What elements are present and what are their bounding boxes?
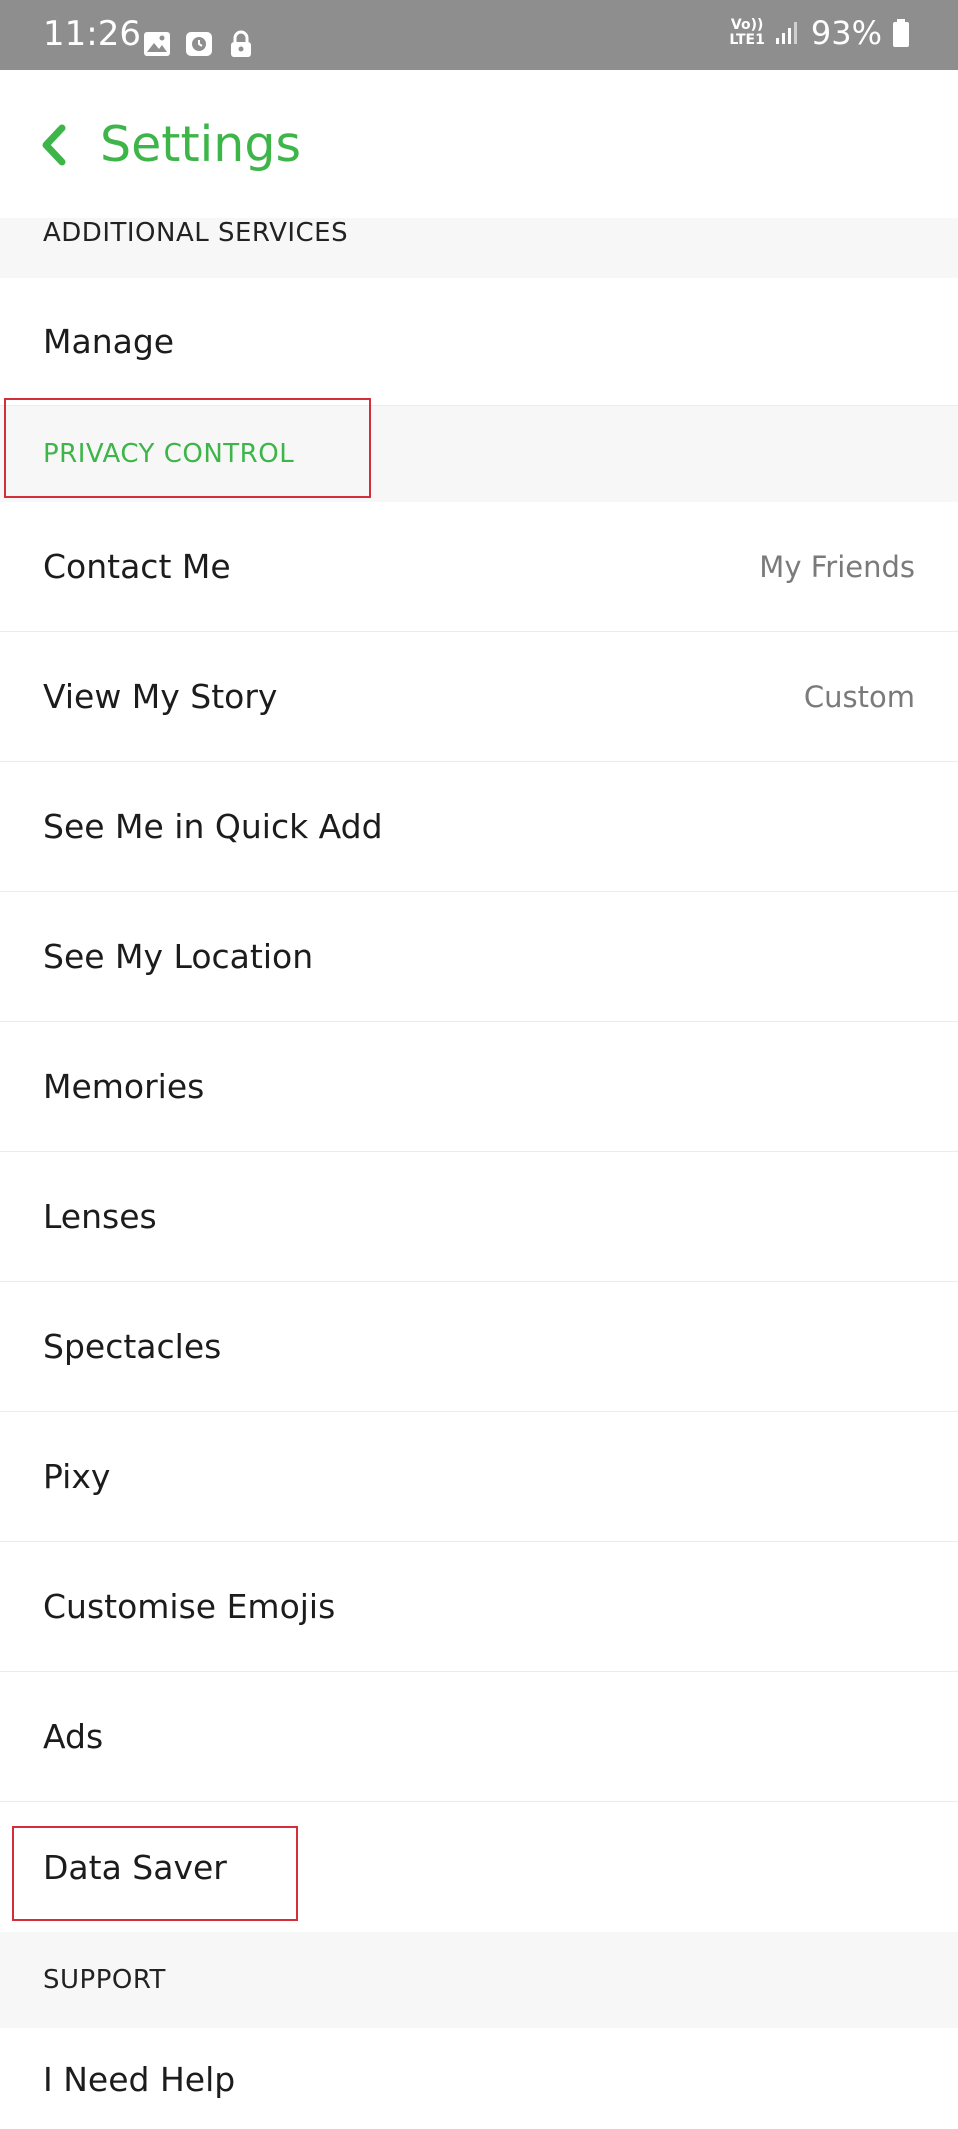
settings-row-contact-me[interactable]: Contact Me My Friends <box>0 502 958 632</box>
section-header-privacy-control: PRIVACY CONTROL <box>0 406 958 502</box>
settings-row-lenses[interactable]: Lenses <box>0 1152 958 1282</box>
settings-row-spectacles[interactable]: Spectacles <box>0 1282 958 1412</box>
battery-percent: 93% <box>810 14 882 52</box>
section-header-additional-services: ADDITIONAL SERVICES <box>0 218 958 278</box>
settings-row-pixy[interactable]: Pixy <box>0 1412 958 1542</box>
row-label: See Me in Quick Add <box>43 807 383 846</box>
app-header: Settings <box>0 70 958 218</box>
status-indicators: Vo)) LTE1 93% <box>729 14 910 52</box>
status-bar: 11:26 Vo)) LTE1 93% <box>0 0 958 70</box>
section-label: PRIVACY CONTROL <box>43 439 295 469</box>
settings-row-see-me-in-quick-add[interactable]: See Me in Quick Add <box>0 762 958 892</box>
settings-row-ads[interactable]: Ads <box>0 1672 958 1802</box>
row-label: Manage <box>43 322 175 361</box>
status-time: 11:26 <box>43 14 141 54</box>
section-label: ADDITIONAL SERVICES <box>43 218 349 248</box>
chevron-left-icon[interactable] <box>30 120 80 170</box>
settings-row-view-my-story[interactable]: View My Story Custom <box>0 632 958 762</box>
signal-icon <box>775 22 797 44</box>
settings-row-see-my-location[interactable]: See My Location <box>0 892 958 1022</box>
clock-app-icon <box>186 32 212 56</box>
row-value: My Friends <box>759 549 915 584</box>
row-label: View My Story <box>43 677 278 716</box>
settings-row-manage[interactable]: Manage <box>0 278 958 406</box>
row-label: Customise Emojis <box>43 1587 336 1626</box>
row-label: Spectacles <box>43 1327 222 1366</box>
section-header-support: SUPPORT <box>0 1932 958 2028</box>
gallery-icon <box>144 32 170 56</box>
row-label: Lenses <box>43 1197 157 1236</box>
row-label: I Need Help <box>43 2060 236 2099</box>
settings-row-data-saver[interactable]: Data Saver <box>0 1802 958 1932</box>
page-title: Settings <box>100 116 301 173</box>
row-label: See My Location <box>43 937 314 976</box>
settings-row-memories[interactable]: Memories <box>0 1022 958 1152</box>
settings-row-i-need-help[interactable]: I Need Help <box>0 2028 958 2129</box>
row-label: Ads <box>43 1717 104 1756</box>
notification-icons <box>142 29 256 59</box>
row-value: Custom <box>803 679 915 714</box>
settings-row-customise-emojis[interactable]: Customise Emojis <box>0 1542 958 1672</box>
volte-indicator: Vo)) LTE1 <box>729 17 765 48</box>
section-label: SUPPORT <box>43 1965 166 1995</box>
battery-icon <box>893 19 909 47</box>
row-label: Contact Me <box>43 547 231 586</box>
row-label: Pixy <box>43 1457 111 1496</box>
row-label: Memories <box>43 1067 205 1106</box>
lock-icon <box>231 30 251 57</box>
row-label: Data Saver <box>43 1847 227 1887</box>
